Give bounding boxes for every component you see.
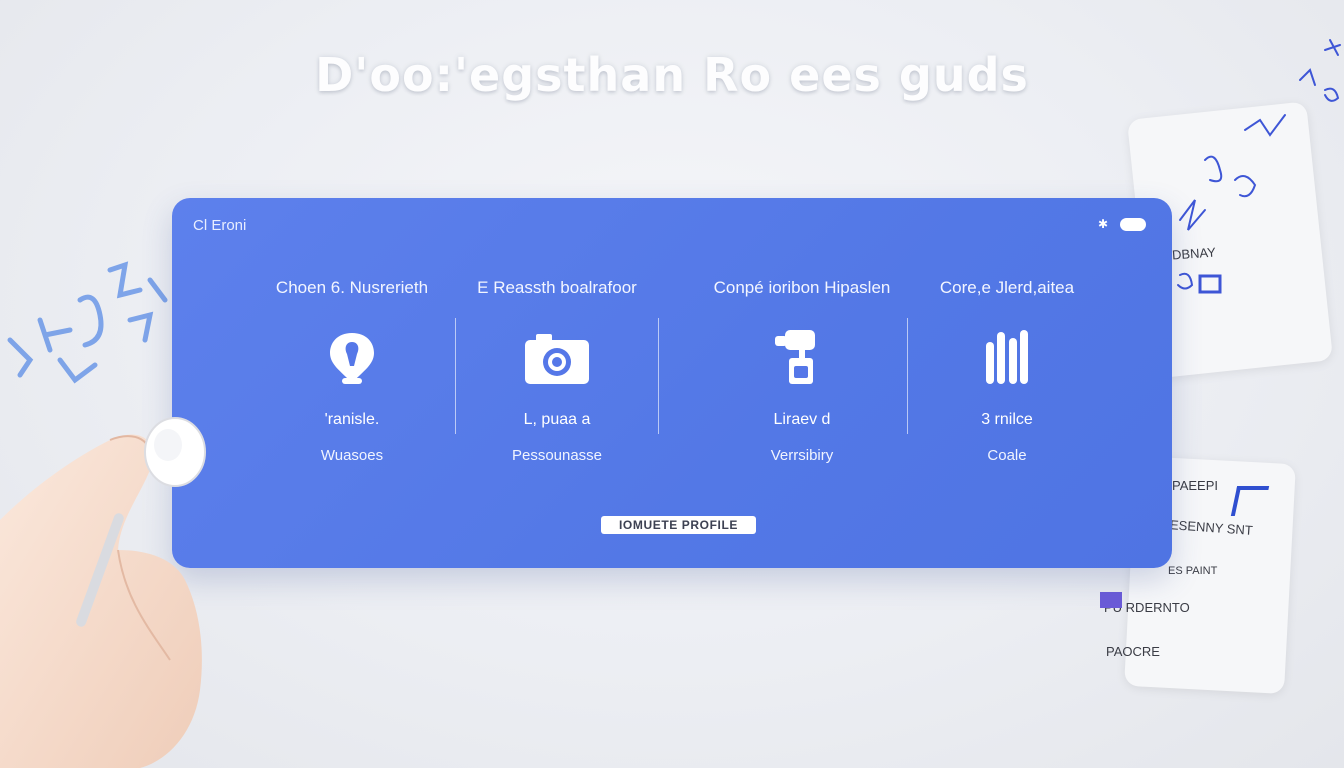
column-label: Liraev d bbox=[773, 411, 831, 428]
feature-column: Conpé ioribon Hipaslen Liraev d Verrsibi… bbox=[692, 278, 912, 478]
purple-square-icon bbox=[1100, 592, 1122, 608]
gear-icon[interactable]: ✱ bbox=[1098, 218, 1110, 230]
column-heading: Choen 6. Nusrerieth bbox=[275, 278, 429, 297]
column-label: L, puaa a bbox=[523, 411, 591, 428]
panel-controls: ✱ bbox=[1098, 216, 1146, 232]
complete-profile-button[interactable]: IOMUETE PROFILE bbox=[601, 516, 756, 534]
side-note: ES PAINT bbox=[1168, 565, 1218, 577]
toggle-switch[interactable] bbox=[1120, 217, 1146, 231]
column-heading: Core,e Jlerd,aitea bbox=[939, 278, 1075, 297]
column-subtitle: Verrsibiry bbox=[770, 447, 834, 464]
column-subtitle: Coale bbox=[987, 447, 1027, 464]
column-heading: E Reassth boalrafoor bbox=[477, 278, 637, 297]
left-doodle-decoration bbox=[7, 261, 168, 384]
hero-title: D'oo:'egsthan Ro ees guds bbox=[315, 48, 1029, 102]
column-divider bbox=[658, 318, 659, 434]
feature-column: Core,e Jlerd,aitea 3 rnilce Coale bbox=[912, 278, 1102, 478]
mixer-device-icon bbox=[775, 330, 815, 384]
profile-panel: Cl Eroni ✱ Choen 6. Nusrerieth 'ranisle.… bbox=[172, 198, 1172, 568]
side-note: DBNAY bbox=[1171, 244, 1217, 263]
side-note: PAOCRE bbox=[1106, 644, 1160, 659]
hand-with-stylus-illustration bbox=[0, 417, 206, 768]
column-divider bbox=[907, 318, 908, 434]
bars-icon bbox=[986, 330, 1028, 384]
camera-icon bbox=[525, 334, 589, 384]
feature-column: E Reassth boalrafoor L, puaa a Pessounas… bbox=[452, 278, 662, 478]
side-note: PAEEPI bbox=[1172, 478, 1219, 493]
column-heading: Conpé ioribon Hipaslen bbox=[713, 278, 891, 297]
right-doodle-decoration bbox=[1177, 39, 1341, 294]
column-subtitle: Pessounasse bbox=[511, 447, 603, 464]
location-pin-icon bbox=[330, 333, 374, 384]
column-label: 'ranisle. bbox=[324, 411, 380, 428]
column-label: 3 rnilce bbox=[981, 411, 1033, 428]
panel-title: Cl Eroni bbox=[193, 217, 247, 234]
feature-column: Choen 6. Nusrerieth 'ranisle. Wuasoes bbox=[242, 278, 462, 478]
flag-icon bbox=[1230, 486, 1270, 516]
stage: D'oo:'egsthan Ro ees guds DBNAY PAEEPI E… bbox=[0, 0, 1344, 768]
column-subtitle: Wuasoes bbox=[320, 447, 384, 464]
